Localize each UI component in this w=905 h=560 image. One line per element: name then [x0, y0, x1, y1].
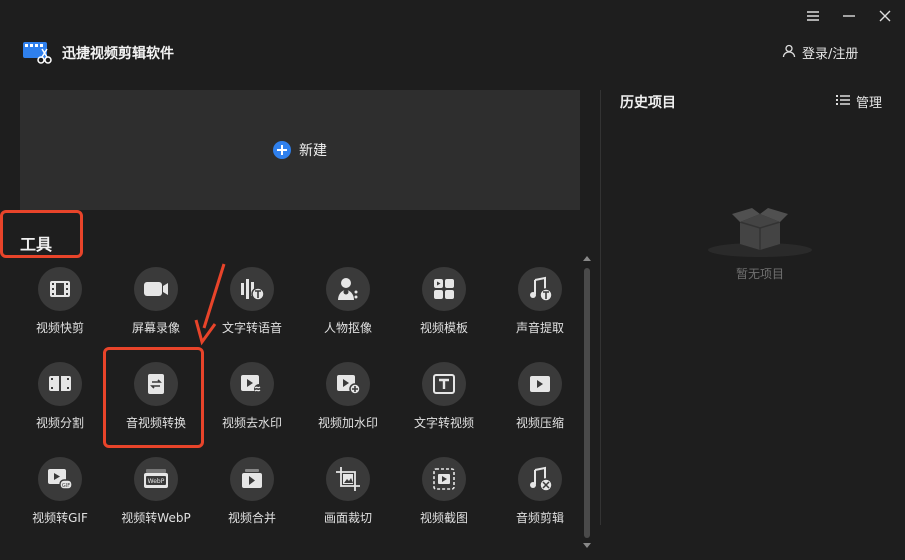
- tool-label: 视频快剪: [35, 321, 84, 335]
- video-split-icon: [38, 362, 82, 406]
- empty-history-label: 暂无项目: [735, 267, 784, 281]
- tool-av-convert[interactable]: 音视频转换: [108, 362, 204, 434]
- tool-video-quick-cut[interactable]: 视频快剪: [12, 267, 108, 339]
- tool-audio-cut[interactable]: 音频剪辑: [492, 457, 588, 529]
- tool-video-to-webp[interactable]: WebP 视频转WebP: [108, 457, 204, 529]
- tool-text-to-video[interactable]: 文字转视频: [396, 362, 492, 434]
- panel-divider: [600, 90, 601, 525]
- tool-crop[interactable]: 画面裁切: [300, 457, 396, 529]
- empty-box-icon: [708, 208, 812, 257]
- svg-text:WebP: WebP: [148, 478, 165, 485]
- tool-screen-record[interactable]: 屏幕录像: [108, 267, 204, 339]
- tool-label: 视频分割: [35, 416, 84, 430]
- tool-label: 文字转语音: [221, 321, 282, 335]
- window-controls: [805, 8, 893, 24]
- music-extract-icon: [518, 267, 562, 311]
- tool-label: 音频剪辑: [515, 511, 564, 525]
- tool-label: 视频转GIF: [32, 511, 88, 525]
- tool-label: 声音提取: [515, 321, 564, 335]
- new-project-label: 新建: [299, 143, 327, 159]
- login-button[interactable]: 登录/注册: [782, 43, 858, 62]
- tool-video-split[interactable]: 视频分割: [12, 362, 108, 434]
- compress-icon: [518, 362, 562, 406]
- tool-label: 画面裁切: [323, 511, 372, 525]
- tool-video-merge[interactable]: 视频合并: [204, 457, 300, 529]
- tool-label: 视频模板: [419, 321, 468, 335]
- remove-watermark-icon: [230, 362, 274, 406]
- film-icon: [38, 267, 82, 311]
- user-icon: [782, 44, 796, 62]
- tool-label: 视频去水印: [221, 416, 282, 430]
- app-title: 迅捷视频剪辑软件: [62, 46, 174, 62]
- close-icon[interactable]: [877, 8, 893, 24]
- minimize-icon[interactable]: [841, 8, 857, 24]
- new-project-card[interactable]: 新建: [20, 90, 580, 210]
- tool-video-template[interactable]: 视频模板: [396, 267, 492, 339]
- svg-text:GIF: GIF: [62, 483, 70, 489]
- camera-icon: [134, 267, 178, 311]
- tool-remove-watermark[interactable]: 视频去水印: [204, 362, 300, 434]
- tool-label: 视频合并: [227, 511, 276, 525]
- manage-label: 管理: [856, 96, 883, 111]
- manage-button[interactable]: 管理: [836, 92, 882, 111]
- tool-video-compress[interactable]: 视频压缩: [492, 362, 588, 434]
- tool-label: 视频转WebP: [121, 511, 191, 525]
- scroll-up-icon[interactable]: [583, 256, 591, 261]
- menu-icon[interactable]: [805, 8, 821, 24]
- screenshot-icon: [422, 457, 466, 501]
- convert-icon: [134, 362, 178, 406]
- tool-label: 视频截图: [419, 511, 468, 525]
- tool-text-to-speech[interactable]: 文字转语音: [204, 267, 300, 339]
- tool-label: 视频加水印: [317, 416, 378, 430]
- plus-icon: [273, 141, 291, 159]
- person-cutout-icon: [326, 267, 370, 311]
- tool-add-watermark[interactable]: 视频加水印: [300, 362, 396, 434]
- audio-cut-icon: [518, 457, 562, 501]
- tool-label: 人物抠像: [323, 321, 372, 335]
- text-to-speech-icon: [230, 267, 274, 311]
- tool-grid: 视频快剪 屏幕录像 文字转语音 人物抠像 视频模板 声音提取 视频分割 音视频转…: [12, 267, 588, 529]
- scroll-down-icon[interactable]: [583, 543, 591, 548]
- tool-audio-extract[interactable]: 声音提取: [492, 267, 588, 339]
- list-icon: [836, 94, 850, 110]
- tool-label: 音视频转换: [125, 416, 186, 430]
- tool-video-to-gif[interactable]: GIF 视频转GIF: [12, 457, 108, 529]
- merge-icon: [230, 457, 274, 501]
- app-logo-icon: [22, 38, 52, 66]
- tool-person-cutout[interactable]: 人物抠像: [300, 267, 396, 339]
- tools-scrollbar[interactable]: [582, 256, 592, 550]
- crop-icon: [326, 457, 370, 501]
- scroll-thumb[interactable]: [584, 268, 590, 538]
- text-to-video-icon: [422, 362, 466, 406]
- gif-icon: GIF: [38, 457, 82, 501]
- add-watermark-icon: [326, 362, 370, 406]
- template-icon: [422, 267, 466, 311]
- tool-video-screenshot[interactable]: 视频截图: [396, 457, 492, 529]
- history-title: 历史项目: [620, 95, 676, 111]
- webp-icon: WebP: [134, 457, 178, 501]
- tools-title: 工具: [20, 235, 53, 254]
- tool-label: 视频压缩: [515, 416, 564, 430]
- tool-label: 文字转视频: [413, 416, 474, 430]
- login-label: 登录/注册: [802, 47, 859, 62]
- tool-label: 屏幕录像: [131, 321, 180, 335]
